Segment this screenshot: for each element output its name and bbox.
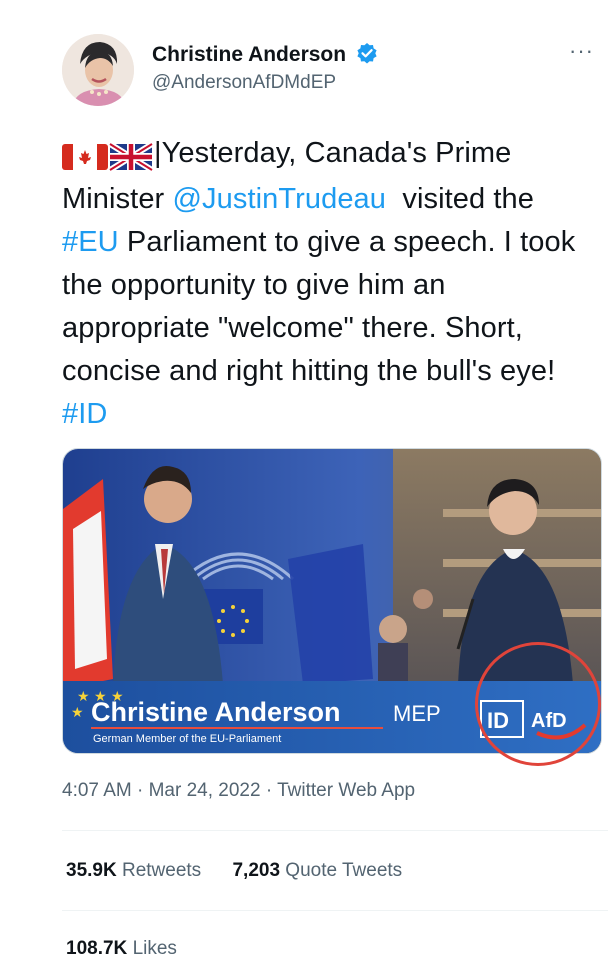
divider [62, 910, 608, 911]
stats-row: 35.9K Retweets 7,203 Quote Tweets [66, 860, 428, 882]
tweet-source[interactable]: Twitter Web App [277, 780, 415, 801]
likes-count: 108.7K [66, 938, 128, 959]
banner-name-text: Christine Anderson [91, 697, 341, 727]
tweet-text-part2: visited the [386, 183, 543, 215]
tweet-time[interactable]: 4:07 AM [62, 780, 132, 801]
banner-subtitle-text: German Member of the EU-Parliament [93, 733, 281, 745]
tweet-date[interactable]: Mar 24, 2022 [149, 780, 261, 801]
avatar[interactable] [62, 34, 134, 106]
separator: · [260, 780, 278, 801]
hashtag-id-link[interactable]: #ID [62, 398, 107, 430]
more-dots-icon[interactable]: ··· [569, 38, 594, 64]
quote-tweets-label: Quote Tweets [285, 860, 403, 881]
svg-text:★: ★ [71, 705, 84, 721]
quote-tweets-stat[interactable]: 7,203 Quote Tweets [232, 860, 402, 882]
tweet-timestamp: 4:07 AM · Mar 24, 2022 · Twitter Web App [62, 780, 415, 802]
retweets-stat[interactable]: 35.9K Retweets [66, 860, 201, 882]
display-name[interactable]: Christine Anderson [152, 42, 378, 70]
quote-tweets-count: 7,203 [232, 860, 281, 881]
retweets-count: 35.9K [66, 860, 117, 881]
likes-row: 108.7K Likes [66, 938, 203, 960]
flags [62, 135, 154, 178]
annotation-circle [475, 642, 601, 766]
banner-suffix-text: MEP [393, 701, 441, 726]
user-handle[interactable]: @AndersonAfDMdEP [152, 72, 336, 94]
display-name-text[interactable]: Christine Anderson [152, 43, 346, 66]
separator: · [131, 780, 149, 801]
tweet-text-part3: Parliament to give a speech. I took the … [62, 226, 576, 387]
divider [62, 830, 608, 831]
mention-link[interactable]: @JustinTrudeau [172, 183, 386, 215]
likes-stat[interactable]: 108.7K Likes [66, 938, 177, 960]
tweet-text: |Yesterday, Canada's Prime Minister @Jus… [62, 132, 592, 436]
tweet-header: Christine Anderson @AndersonAfDMdEP ··· [62, 34, 602, 110]
canada-flag-icon [62, 144, 108, 171]
uk-flag-icon [108, 141, 154, 173]
hashtag-eu-link[interactable]: #EU [62, 226, 119, 258]
retweets-label: Retweets [121, 860, 202, 881]
verified-badge-icon [356, 42, 378, 70]
likes-label: Likes [132, 938, 177, 959]
